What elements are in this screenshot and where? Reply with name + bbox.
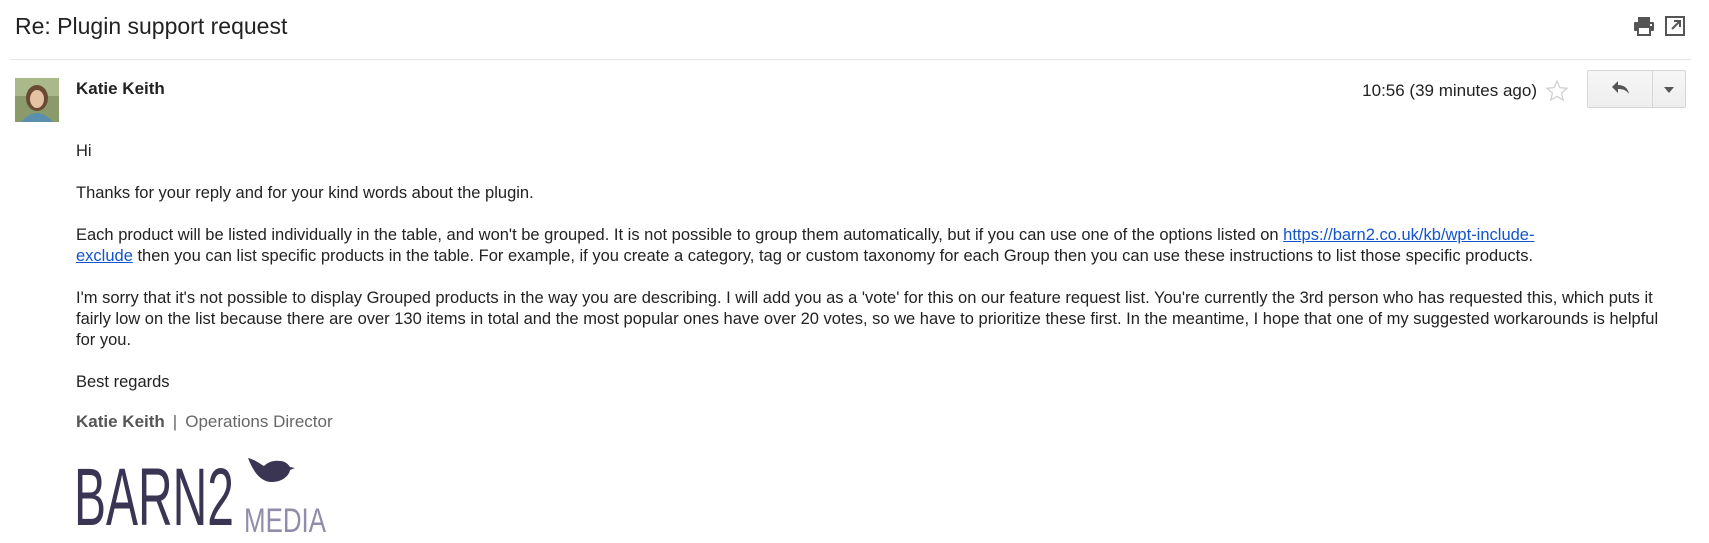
email-subject: Re: Plugin support request bbox=[15, 13, 288, 39]
reply-button-group bbox=[1587, 70, 1686, 108]
star-icon[interactable] bbox=[1545, 79, 1569, 103]
signature: Katie Keith | Operations Director bbox=[76, 411, 333, 433]
signature-separator: | bbox=[172, 412, 178, 431]
print-icon[interactable] bbox=[1633, 16, 1655, 36]
logo-sub-text: MEDIA bbox=[244, 502, 326, 538]
reply-button[interactable] bbox=[1587, 70, 1653, 108]
more-actions-button[interactable] bbox=[1653, 70, 1686, 108]
header-actions bbox=[1633, 16, 1685, 36]
avatar[interactable] bbox=[15, 78, 59, 122]
paragraph-grouping-text-start: Each product will be listed individually… bbox=[76, 226, 1284, 244]
greeting: Hi bbox=[76, 142, 92, 160]
reply-icon bbox=[1610, 79, 1630, 100]
bird-icon bbox=[248, 458, 295, 482]
closing: Best regards bbox=[76, 373, 170, 391]
header-divider bbox=[10, 59, 1691, 60]
signature-name: Katie Keith bbox=[76, 412, 165, 431]
sender-name[interactable]: Katie Keith bbox=[76, 78, 165, 100]
paragraph-grouping: Each product will be listed individually… bbox=[76, 225, 1676, 267]
paragraph-thanks: Thanks for your reply and for your kind … bbox=[76, 184, 534, 202]
kb-link-part2: exclude bbox=[76, 247, 133, 265]
paragraph-feature-request: I'm sorry that it's not possible to disp… bbox=[76, 289, 1659, 349]
timestamp: 10:56 (39 minutes ago) bbox=[1362, 81, 1537, 100]
logo-main-text: BARN2 bbox=[74, 452, 234, 538]
company-logo[interactable]: BARN2 MEDIA bbox=[74, 448, 374, 543]
dropdown-arrow-icon bbox=[1664, 80, 1674, 98]
message-meta: 10:56 (39 minutes ago) bbox=[1362, 79, 1569, 103]
signature-title: Operations Director bbox=[185, 412, 333, 431]
open-in-new-window-icon[interactable] bbox=[1665, 16, 1685, 36]
email-body: Hi Thanks for your reply and for your ki… bbox=[76, 141, 1676, 414]
kb-link-part1: https://barn2.co.uk/kb/wpt-include- bbox=[1283, 226, 1535, 244]
paragraph-grouping-text-end: then you can list specific products in t… bbox=[132, 247, 1534, 265]
